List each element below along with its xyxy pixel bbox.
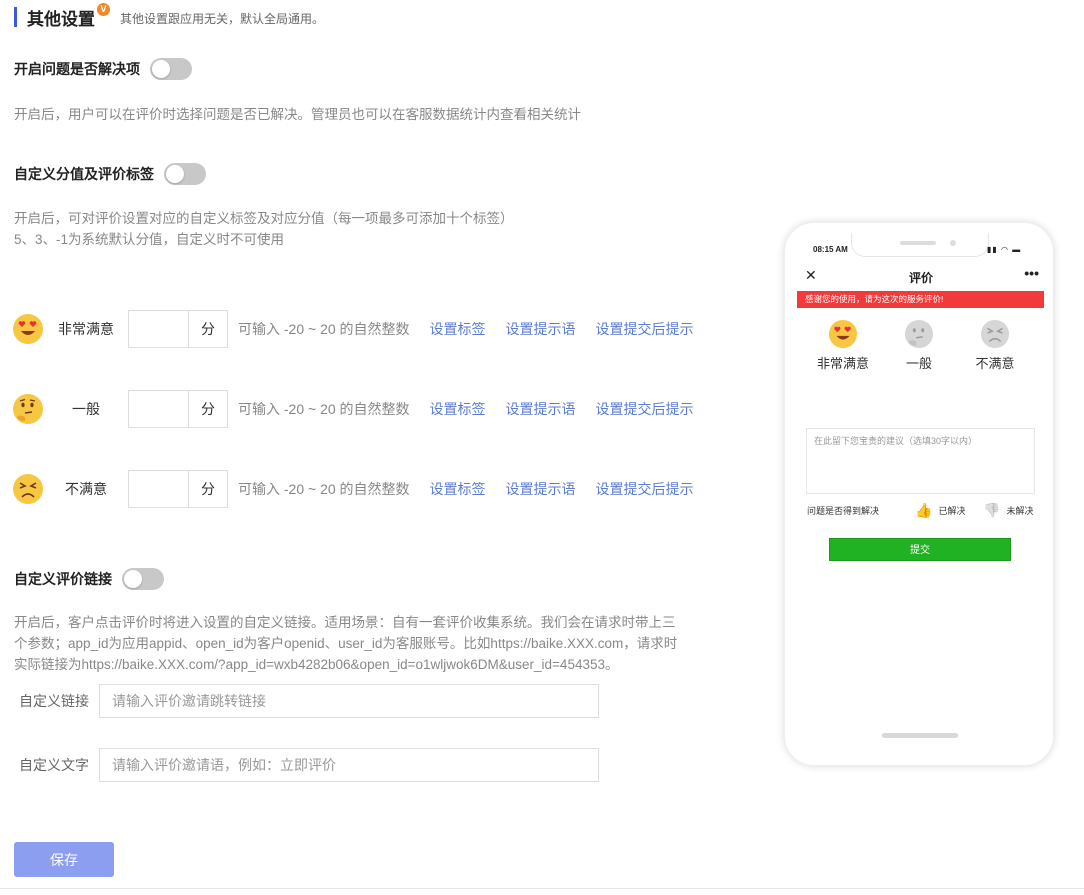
heart-eyes-emoji-icon [828,319,858,349]
custom-score-desc: 开启后，可对评价设置对应的自定义标签及对应分值（每一项最多可添加十个标签） 5、… [14,208,514,250]
custom-score-toggle-row: 自定义分值及评价标签 [14,163,206,185]
custom-link-label: 自定义链接 [19,693,89,709]
phone-title: 评价 [908,271,933,285]
resolve-toggle-desc: 开启后，用户可以在评价时选择问题是否已解决。管理员也可以在客服数据统计内查看相关… [14,107,581,122]
score-row-neutral: 一般 分 可输入 -20 ~ 20 的自然整数 设置标签 设置提示语 设置提交后… [12,389,694,429]
custom-link-desc-line3: 实际链接为https://baike.XXX.com/?app_id=wxb42… [14,657,619,672]
resolve-toggle-label: 开启问题是否解决项 [14,61,140,77]
custom-score-toggle-switch[interactable] [164,163,206,185]
submit-button[interactable]: 提交 [829,538,1011,561]
thinking-emoji-icon [12,393,44,425]
frustrated-emoji-icon [980,319,1010,349]
frustrated-emoji-icon [12,473,44,505]
face-label: 非常满意 [816,356,869,371]
score-hint: 可输入 -20 ~ 20 的自然整数 [238,401,410,417]
save-button[interactable]: 保存 [14,842,114,877]
preview-face-neutral[interactable]: 一般 [884,319,954,372]
page-subtitle: 其他设置跟应用无关，默认全局通用。 [120,11,325,26]
set-tag-link[interactable]: 设置标签 [430,399,486,419]
unresolved-option[interactable]: 👎 未解决 [983,502,1033,519]
custom-link-toggle-label: 自定义评价链接 [14,571,112,587]
resolve-question-row: 问题是否得到解决 👍 已解决 👎 未解决 [807,502,1039,519]
thinking-emoji-icon [904,319,934,349]
score-input[interactable]: 分 [128,390,228,428]
score-name: 不满意 [65,481,107,497]
score-input[interactable]: 分 [128,470,228,508]
score-value-field[interactable] [129,311,189,347]
custom-score-toggle-label: 自定义分值及评价标签 [14,166,154,182]
custom-text-form-row: 自定义文字 [14,748,599,782]
speaker-grille [900,241,936,245]
custom-score-desc-line2: 5、3、-1为系统默认分值，自定义时不可使用 [14,232,285,247]
suggestion-textarea[interactable]: 在此留下您宝贵的建议（选填30字以内） [806,428,1035,494]
custom-link-input[interactable] [99,684,599,718]
resolve-question-text: 问题是否得到解决 [807,506,880,516]
custom-link-form-row: 自定义链接 [14,684,599,718]
unresolved-label: 未解决 [1006,506,1034,516]
score-row-unsatisfied: 不满意 分 可输入 -20 ~ 20 的自然整数 设置标签 设置提示语 设置提交… [12,469,694,509]
score-unit: 分 [201,401,215,417]
camera-dot [950,240,956,246]
phone-nav-bar: ✕ 评价 ••• [797,265,1045,289]
score-hint: 可输入 -20 ~ 20 的自然整数 [238,481,410,497]
set-tip-link[interactable]: 设置提示语 [506,479,576,499]
switch-knob [124,570,142,588]
score-input[interactable]: 分 [128,310,228,348]
preview-face-very-satisfied[interactable]: 非常满意 [808,319,878,372]
bottom-divider [0,888,1084,889]
set-tip-link[interactable]: 设置提示语 [506,319,576,339]
set-tip-link[interactable]: 设置提示语 [506,399,576,419]
set-after-submit-link[interactable]: 设置提交后提示 [596,319,694,339]
score-value-field[interactable] [129,471,189,507]
score-hint: 可输入 -20 ~ 20 的自然整数 [238,321,410,337]
phone-preview: 08:15 AM ▮▮ ◠ ▬ ✕ 评价 ••• 感谢您的使用，请为这次的服务评… [784,222,1054,766]
section-header: 其他设置 V 其他设置跟应用无关，默认全局通用。 [14,2,325,29]
custom-link-toggle-row: 自定义评价链接 [14,568,164,590]
vip-badge-icon: V [97,2,110,16]
score-value-field[interactable] [129,391,189,427]
custom-score-desc-line1: 开启后，可对评价设置对应的自定义标签及对应分值（每一项最多可添加十个标签） [14,211,514,226]
set-after-submit-link[interactable]: 设置提交后提示 [596,479,694,499]
face-label: 不满意 [975,356,1015,371]
accent-bar [14,7,17,27]
page-title: 其他设置 [27,9,95,29]
switch-knob [152,60,170,78]
status-time: 08:15 AM [813,245,848,254]
custom-text-input[interactable] [99,748,599,782]
switch-knob [166,165,184,183]
thumbs-down-icon: 👎 [983,502,1001,518]
resolved-label: 已解决 [938,506,966,516]
custom-link-desc-line1: 开启后，客户点击评价时将进入设置的自定义链接。适用场景：自有一套评价收集系统。我… [14,615,676,630]
custom-link-desc-line2: 个参数；app_id为应用appid、open_id为客户openid、user… [14,636,678,651]
score-unit: 分 [201,321,215,337]
thanks-banner: 感谢您的使用，请为这次的服务评价! [797,291,1044,308]
resolve-toggle-switch[interactable] [150,58,192,80]
score-row-very-satisfied: 非常满意 分 可输入 -20 ~ 20 的自然整数 设置标签 设置提示语 设置提… [12,309,694,349]
custom-link-desc: 开启后，客户点击评价时将进入设置的自定义链接。适用场景：自有一套评价收集系统。我… [14,612,714,675]
preview-face-unsatisfied[interactable]: 不满意 [960,319,1030,372]
custom-text-label: 自定义文字 [19,757,89,773]
resolve-toggle-row: 开启问题是否解决项 [14,58,192,80]
thumbs-up-icon: 👍 [915,502,933,518]
phone-notch [851,233,989,257]
home-indicator [882,733,958,738]
score-unit: 分 [201,481,215,497]
more-icon[interactable]: ••• [1024,265,1039,281]
score-name: 一般 [72,401,100,417]
set-after-submit-link[interactable]: 设置提交后提示 [596,399,694,419]
resolved-option[interactable]: 👍 已解决 [915,502,965,519]
custom-link-toggle-switch[interactable] [122,568,164,590]
signal-wifi-battery-icon: ▮▮ ◠ ▬ [987,245,1022,254]
face-label: 一般 [905,356,932,371]
set-tag-link[interactable]: 设置标签 [430,479,486,499]
score-name: 非常满意 [58,321,114,337]
heart-eyes-emoji-icon [12,313,44,345]
set-tag-link[interactable]: 设置标签 [430,319,486,339]
